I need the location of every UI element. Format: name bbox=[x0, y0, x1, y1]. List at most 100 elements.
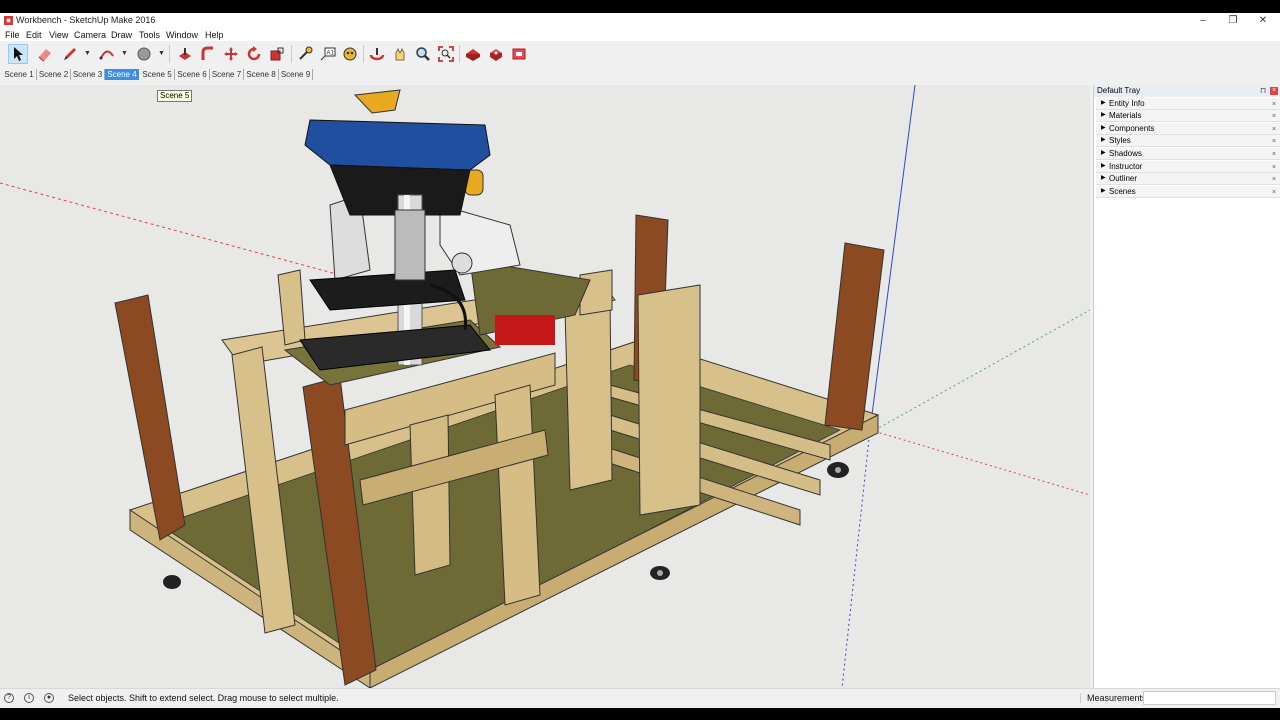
panel-close-icon[interactable]: × bbox=[1272, 136, 1276, 147]
3d-viewport[interactable] bbox=[0, 85, 1090, 688]
panel-close-icon[interactable]: × bbox=[1272, 124, 1276, 135]
panel-instructor[interactable]: ▶ Instructor × bbox=[1096, 161, 1280, 173]
menu-window[interactable]: Window bbox=[166, 30, 198, 40]
arc-tool-button[interactable] bbox=[97, 44, 117, 64]
walk-icon bbox=[343, 47, 357, 61]
zoom-tool-button[interactable] bbox=[413, 44, 433, 64]
status-bar: ? i ● Select objects. Shift to extend se… bbox=[0, 688, 1280, 708]
measurements-input[interactable] bbox=[1143, 691, 1276, 705]
shape-dropdown-icon[interactable]: ▼ bbox=[158, 50, 165, 57]
minimize-button[interactable]: – bbox=[1188, 13, 1218, 29]
tape-measure-tool-button[interactable] bbox=[295, 44, 315, 64]
user-icon[interactable]: ● bbox=[44, 693, 54, 703]
shape-tool-button[interactable] bbox=[134, 44, 154, 64]
scene-tab-1[interactable]: Scene 1 bbox=[2, 69, 37, 80]
move-icon bbox=[224, 47, 238, 61]
expand-arrow-icon: ▶ bbox=[1101, 125, 1106, 131]
toolbar-separator bbox=[169, 45, 170, 63]
arc-icon bbox=[99, 50, 114, 60]
panel-entity-info[interactable]: ▶ Entity Info × bbox=[1096, 98, 1280, 110]
menu-file[interactable]: File bbox=[5, 30, 20, 40]
menu-help[interactable]: Help bbox=[205, 30, 224, 40]
3d-warehouse-button[interactable] bbox=[463, 44, 483, 64]
zoom-icon bbox=[416, 47, 430, 61]
push-pull-tool-button[interactable] bbox=[175, 44, 195, 64]
menu-view[interactable]: View bbox=[49, 30, 68, 40]
panel-label: Outliner bbox=[1109, 174, 1138, 183]
restore-button[interactable]: ❐ bbox=[1218, 13, 1248, 29]
expand-arrow-icon: ▶ bbox=[1101, 150, 1106, 156]
scale-tool-button[interactable] bbox=[267, 44, 287, 64]
menu-camera[interactable]: Camera bbox=[74, 30, 106, 40]
move-tool-button[interactable] bbox=[221, 44, 241, 64]
expand-arrow-icon: ▶ bbox=[1101, 175, 1106, 181]
svg-text:A1: A1 bbox=[327, 51, 335, 57]
pencil-dropdown-icon[interactable]: ▼ bbox=[84, 50, 91, 57]
extension-icon bbox=[490, 49, 502, 61]
tray-header: Default Tray ⊓ × bbox=[1094, 85, 1280, 97]
scene-tab-3[interactable]: Scene 3 bbox=[71, 69, 105, 80]
expand-arrow-icon: ▶ bbox=[1101, 112, 1106, 118]
expand-arrow-icon: ▶ bbox=[1101, 137, 1106, 143]
expand-arrow-icon: ▶ bbox=[1101, 100, 1106, 106]
extension-warehouse-button[interactable] bbox=[486, 44, 506, 64]
scene-tab-5[interactable]: Scene 5 bbox=[140, 69, 175, 80]
panel-close-icon[interactable]: × bbox=[1272, 99, 1276, 110]
menu-tools[interactable]: Tools bbox=[139, 30, 160, 40]
menu-draw[interactable]: Draw bbox=[111, 30, 132, 40]
menu-edit[interactable]: Edit bbox=[26, 30, 42, 40]
panel-outliner[interactable]: ▶ Outliner × bbox=[1096, 173, 1280, 185]
rotate-tool-button[interactable] bbox=[244, 44, 264, 64]
follow-me-icon bbox=[201, 46, 213, 60]
panel-label: Entity Info bbox=[1109, 99, 1145, 108]
scene-tab-9[interactable]: Scene 9 bbox=[279, 69, 313, 80]
panel-components[interactable]: ▶ Components × bbox=[1096, 123, 1280, 135]
workbench-model[interactable] bbox=[0, 85, 1090, 688]
panel-close-icon[interactable]: × bbox=[1272, 111, 1276, 122]
walk-tool-button[interactable] bbox=[340, 44, 360, 64]
main-toolbar: ▼ ▼ ▼ A1 bbox=[0, 41, 1280, 69]
zoom-extents-tool-button[interactable] bbox=[436, 44, 456, 64]
menu-bar: File Edit View Camera Draw Tools Window … bbox=[0, 29, 1280, 41]
toolbar-separator bbox=[291, 45, 292, 63]
select-icon bbox=[14, 47, 23, 61]
send-to-layout-button[interactable] bbox=[509, 44, 529, 64]
warehouse-icon bbox=[466, 49, 480, 61]
panel-materials[interactable]: ▶ Materials × bbox=[1096, 110, 1280, 122]
tray-close-button[interactable]: × bbox=[1270, 87, 1278, 95]
orbit-tool-button[interactable] bbox=[367, 44, 387, 64]
pan-tool-button[interactable] bbox=[390, 44, 410, 64]
scene-tab-2[interactable]: Scene 2 bbox=[37, 69, 71, 80]
panel-close-icon[interactable]: × bbox=[1272, 162, 1276, 173]
close-button[interactable]: ✕ bbox=[1248, 13, 1278, 29]
panel-shadows[interactable]: ▶ Shadows × bbox=[1096, 148, 1280, 160]
panel-close-icon[interactable]: × bbox=[1272, 187, 1276, 198]
panel-scenes[interactable]: ▶ Scenes × bbox=[1096, 186, 1280, 198]
toolbar-separator bbox=[363, 45, 364, 63]
expand-arrow-icon: ▶ bbox=[1101, 188, 1106, 194]
scene-tab-8[interactable]: Scene 8 bbox=[244, 69, 279, 80]
saw-blade-guard bbox=[495, 315, 555, 345]
geolocation-icon[interactable]: ? bbox=[4, 693, 14, 703]
scene-tab-7[interactable]: Scene 7 bbox=[210, 69, 244, 80]
orbit-icon bbox=[369, 48, 385, 61]
follow-me-tool-button[interactable] bbox=[198, 44, 218, 64]
pin-icon[interactable]: ⊓ bbox=[1260, 85, 1266, 97]
layout-icon bbox=[512, 48, 526, 60]
rotate-icon bbox=[247, 46, 261, 61]
text-tool-button[interactable]: A1 bbox=[318, 44, 338, 64]
pencil-icon bbox=[64, 48, 76, 60]
panel-close-icon[interactable]: × bbox=[1272, 149, 1276, 160]
arc-dropdown-icon[interactable]: ▼ bbox=[121, 50, 128, 57]
panel-styles[interactable]: ▶ Styles × bbox=[1096, 135, 1280, 147]
window-title: Workbench - SketchUp Make 2016 bbox=[16, 15, 156, 25]
zoom-extents-icon bbox=[438, 46, 454, 62]
panel-close-icon[interactable]: × bbox=[1272, 174, 1276, 185]
scene-tab-4[interactable]: Scene 4 bbox=[105, 69, 139, 80]
credits-icon[interactable]: i bbox=[24, 693, 34, 703]
pencil-tool-button[interactable] bbox=[60, 44, 80, 64]
eraser-tool-button[interactable] bbox=[35, 44, 55, 64]
scene-tab-6[interactable]: Scene 6 bbox=[175, 69, 210, 80]
panel-label: Scenes bbox=[1109, 187, 1136, 196]
select-tool-button[interactable] bbox=[8, 44, 28, 64]
